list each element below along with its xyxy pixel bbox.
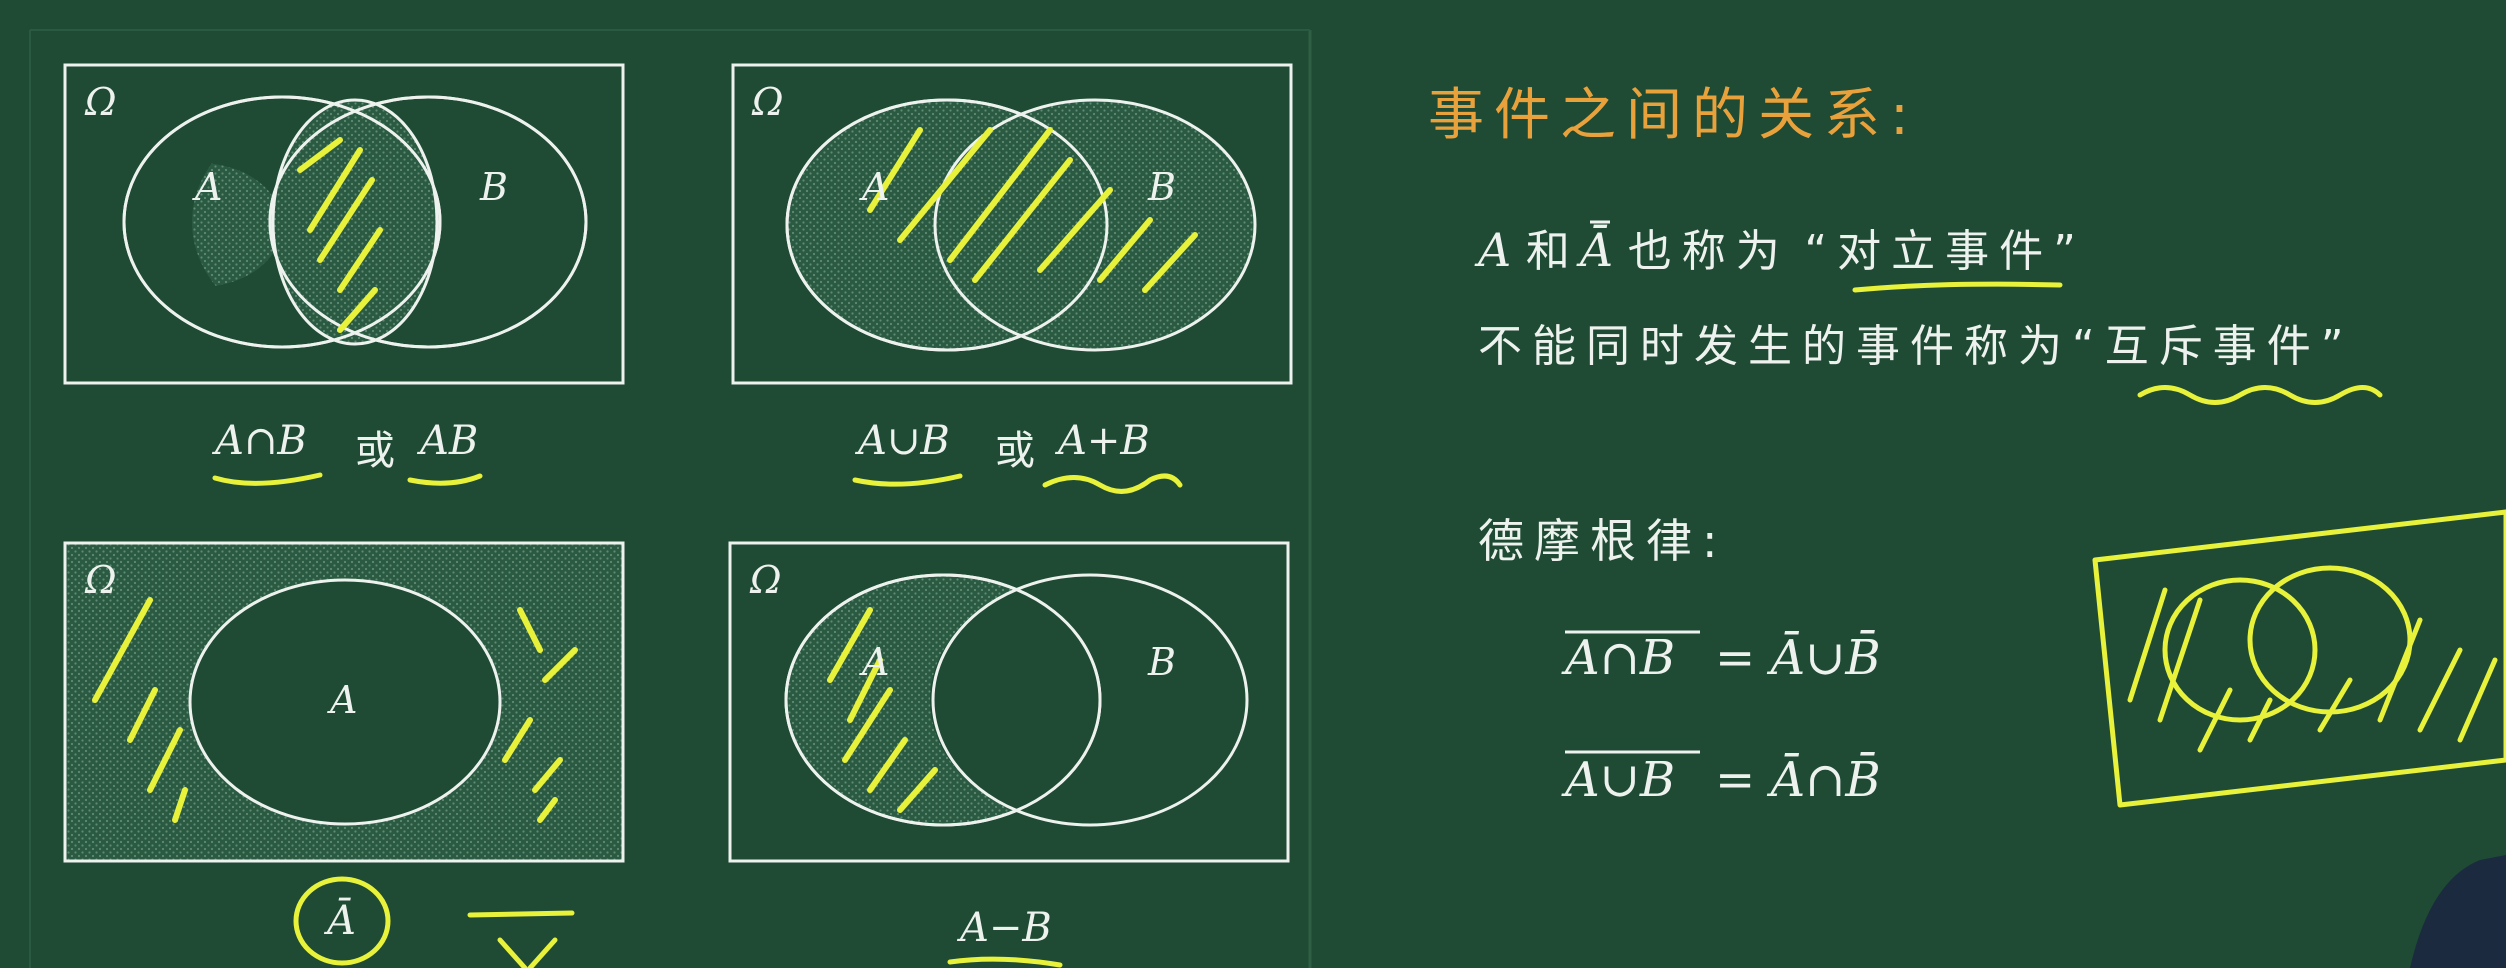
exclusive-text: 不能同时发生的事件称为 [1478, 321, 2072, 372]
venn-difference [728, 541, 1290, 968]
chalkboard: Ω A B A∩B 或 AB Ω A B A∪B 或 A+B Ω A Ā Ω A… [0, 0, 2506, 968]
caption-or: 或 [355, 428, 395, 474]
caption-union: A∪B [858, 418, 950, 464]
set-b-label: B [1148, 165, 1176, 209]
caption-difference: A−B [960, 905, 1052, 951]
marker-underline-opposite [1852, 281, 2063, 293]
opposite-text: 也称为 [1627, 226, 1790, 277]
demorgan-heading: 德摩根律: [1478, 514, 1728, 568]
set-a-label: A [862, 165, 890, 209]
symbol-abar: Ā [1579, 223, 1614, 277]
formula-1-rhs: = Ā∪B̄ [1715, 630, 1881, 686]
set-a-label: A [862, 640, 890, 684]
marker-sketch-venn [2092, 509, 2506, 808]
omega-label: Ω [85, 80, 117, 124]
caption-complement: Ā [327, 898, 356, 944]
set-b-label: B [1148, 640, 1176, 684]
set-a-label: A [195, 165, 223, 209]
set-b-label: B [480, 165, 508, 209]
formula-2-lhs: A∪B [1565, 752, 1676, 808]
opposite-quote: “对立事件” [1804, 226, 2086, 277]
marker-underline [212, 472, 483, 486]
opposite-events-line: A 和Ā 也称为 “对立事件” [1478, 215, 2086, 279]
exclusive-quote: “互斥事件” [2072, 321, 2354, 372]
diagram-canvas [29, 29, 2506, 968]
symbol-a: A [1478, 223, 1512, 277]
omega-label: Ω [750, 558, 782, 602]
marker-wavy-underline [2137, 385, 2383, 405]
formula-1-lhs: A∩B [1565, 630, 1676, 686]
venn-intersection [63, 63, 625, 486]
caption-or: 或 [995, 428, 1035, 474]
caption-sum: A+B [1058, 418, 1150, 464]
formula-2-rhs: = Ā∩B̄ [1715, 752, 1881, 808]
omega-label: Ω [85, 558, 117, 602]
word-and: 和 [1525, 226, 1580, 277]
marker-sketch [467, 910, 575, 968]
section-title: 事件之间的关系: [1428, 83, 1919, 148]
omega-label: Ω [752, 80, 784, 124]
caption-intersection: A∩B [215, 418, 307, 464]
set-a-label: A [330, 678, 358, 722]
presenter-silhouette [2410, 855, 2506, 968]
marker-underline [947, 956, 1063, 968]
marker-underline [852, 473, 1183, 494]
intersection-region [271, 98, 439, 346]
caption-product: AB [420, 418, 479, 464]
mutually-exclusive-line: 不能同时发生的事件称为“互斥事件” [1478, 310, 2354, 374]
